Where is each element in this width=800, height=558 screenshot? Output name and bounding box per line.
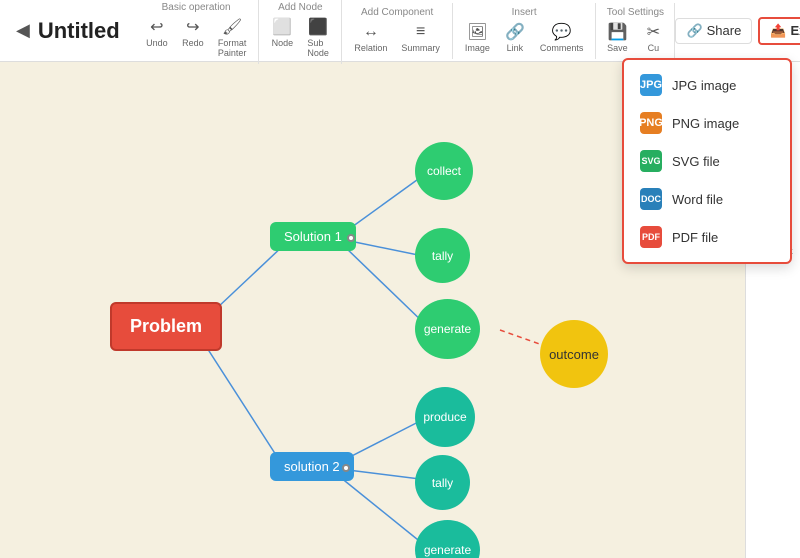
link-icon: 🔗	[504, 22, 526, 42]
svg-icon: SVG	[640, 150, 662, 172]
produce-node[interactable]: produce	[415, 387, 475, 447]
right-actions: 🔗 Share 📤 Export	[675, 17, 800, 45]
insert-group: Insert 🖼 Image 🔗 Link 💬 Comments	[453, 3, 597, 59]
basic-operation-group: Basic operation ↩ Undo ↪ Redo 🖌 Format P…	[134, 0, 260, 64]
connector-dot-solution2	[342, 464, 350, 472]
summary-icon: ≡	[410, 22, 432, 42]
summary-button[interactable]: ≡ Summary	[397, 20, 444, 55]
generate2-node[interactable]: generate	[415, 520, 480, 558]
word-icon: DOC	[640, 188, 662, 210]
share-icon: 🔗	[686, 23, 702, 39]
undo-button[interactable]: ↩ Undo	[142, 15, 172, 60]
tool-settings-group: Tool Settings 💾 Save ✂ Cu	[596, 3, 675, 59]
outcome-node[interactable]: outcome	[540, 320, 608, 388]
export-button[interactable]: 📤 Export	[758, 17, 800, 45]
tally2-node[interactable]: tally	[415, 455, 470, 510]
png-icon: PNG	[640, 112, 662, 134]
redo-icon: ↪	[182, 17, 204, 37]
export-png-label: PNG image	[672, 116, 739, 131]
back-button[interactable]: ◀	[8, 16, 38, 45]
export-jpg-item[interactable]: JPG JPG image	[624, 66, 790, 104]
cut-button[interactable]: ✂ Cu	[638, 20, 668, 55]
sub-node-icon: ⬛	[307, 17, 329, 37]
add-node-group: Add Node ⬜ Node ⬛ Sub Node	[259, 0, 342, 64]
export-pdf-item[interactable]: PDF PDF file	[624, 218, 790, 256]
tool-settings-label: Tool Settings	[607, 7, 664, 18]
pdf-icon: PDF	[640, 226, 662, 248]
format-painter-button[interactable]: 🖌 Format Painter	[214, 15, 251, 60]
generate1-node[interactable]: generate	[415, 299, 480, 359]
collect-node[interactable]: collect	[415, 142, 473, 200]
export-svg-item[interactable]: SVG SVG file	[624, 142, 790, 180]
link-button[interactable]: 🔗 Link	[500, 20, 530, 55]
connector-dot-solution1	[347, 234, 355, 242]
jpg-icon: JPG	[640, 74, 662, 96]
cut-icon: ✂	[642, 22, 664, 42]
export-dropdown: JPG JPG image PNG PNG image SVG SVG file…	[622, 58, 792, 264]
app-title: Untitled	[38, 18, 118, 44]
format-painter-icon: 🖌	[221, 17, 243, 37]
save-icon: 💾	[606, 22, 628, 42]
export-icon: 📤	[770, 23, 786, 39]
export-svg-label: SVG file	[672, 154, 720, 169]
relation-icon: ↔	[360, 22, 382, 42]
node-icon: ⬜	[271, 17, 293, 37]
sub-node-button[interactable]: ⬛ Sub Node	[303, 15, 333, 60]
export-label: Export	[791, 23, 800, 38]
relation-button[interactable]: ↔ Relation	[350, 20, 391, 55]
image-icon: 🖼	[466, 22, 488, 42]
export-pdf-label: PDF file	[672, 230, 718, 245]
insert-label: Insert	[512, 7, 537, 18]
tally1-node[interactable]: tally	[415, 228, 470, 283]
add-node-label: Add Node	[278, 2, 322, 13]
add-component-group: Add Component ↔ Relation ≡ Summary	[342, 3, 453, 59]
export-word-item[interactable]: DOC Word file	[624, 180, 790, 218]
export-jpg-label: JPG image	[672, 78, 736, 93]
export-word-label: Word file	[672, 192, 723, 207]
basic-operation-label: Basic operation	[162, 2, 231, 13]
share-button[interactable]: 🔗 Share	[675, 18, 752, 44]
undo-icon: ↩	[146, 17, 168, 37]
save-button[interactable]: 💾 Save	[602, 20, 632, 55]
problem-node[interactable]: Problem	[110, 302, 222, 351]
add-component-label: Add Component	[361, 7, 433, 18]
solution1-node[interactable]: Solution 1	[270, 222, 356, 251]
export-png-item[interactable]: PNG PNG image	[624, 104, 790, 142]
image-button[interactable]: 🖼 Image	[461, 20, 494, 55]
comments-button[interactable]: 💬 Comments	[536, 20, 588, 55]
redo-button[interactable]: ↪ Redo	[178, 15, 208, 60]
comments-icon: 💬	[551, 22, 573, 42]
node-button[interactable]: ⬜ Node	[267, 15, 297, 60]
share-label: Share	[707, 23, 742, 38]
